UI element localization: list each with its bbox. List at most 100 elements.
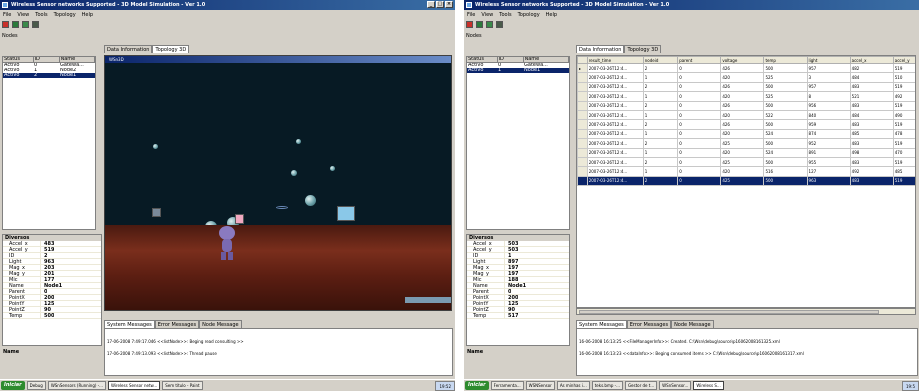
grid-cell[interactable]: 959 xyxy=(806,119,851,130)
taskbar-item[interactable]: teks.bmp -... xyxy=(591,381,623,390)
grid-col-header[interactable]: voltage xyxy=(720,56,765,64)
row-header[interactable] xyxy=(577,109,588,121)
grid-row[interactable]: 2007-03-26T12:4... 1 0 420 525 8 521 492 xyxy=(577,91,915,102)
grid-cell[interactable]: 420 xyxy=(720,166,765,177)
grid-cell[interactable]: 2 xyxy=(642,62,679,74)
tab-topology-3d[interactable]: Topology 3D xyxy=(624,45,662,53)
grid-cell[interactable]: 127 xyxy=(806,166,851,177)
grid-cell[interactable]: 1 xyxy=(642,72,679,83)
property-row[interactable]: Temp 517 xyxy=(467,313,569,319)
grid-cell[interactable]: 426 xyxy=(720,119,765,130)
system-messages-log[interactable]: 17-06-2008 7:49:17.046 <<listNode>>: Beg… xyxy=(104,328,453,376)
taskbar-item[interactable]: As minhas i... xyxy=(556,381,590,390)
sensor-node[interactable] xyxy=(296,139,301,144)
grid-cell[interactable]: 483 xyxy=(849,119,894,130)
gateway-cube[interactable] xyxy=(337,206,355,221)
grid-cell[interactable]: 2 xyxy=(642,81,679,93)
grid-cell[interactable]: 525 xyxy=(763,72,808,83)
taskbar-item[interactable]: Sem título - Paint xyxy=(162,381,203,390)
grid-cell[interactable]: 525 xyxy=(763,91,808,102)
grid-cell[interactable]: 2007-03-26T12:4... xyxy=(586,147,644,158)
grid-cell[interactable]: 8 xyxy=(806,91,851,102)
grid-cell[interactable]: 1 xyxy=(642,91,679,102)
tab-data-information[interactable]: Data Information xyxy=(104,45,153,53)
grid-row[interactable]: 2007-03-26T12:4... 2 0 425 500 963 483 519 xyxy=(577,175,915,187)
grid-cell[interactable]: 1 xyxy=(642,128,679,140)
grid-cell[interactable]: 0 xyxy=(677,166,722,177)
row-header[interactable] xyxy=(577,166,588,177)
grid-cell[interactable]: 0 xyxy=(677,138,722,149)
grid-cell[interactable]: 2007-03-26T12:4... xyxy=(586,138,644,149)
row-header[interactable] xyxy=(577,91,588,102)
grid-cell[interactable]: 0 xyxy=(677,81,722,93)
nodes-list[interactable]: Status ID Name Activo 0 Gatewa... Activo 1 Nod… xyxy=(466,56,570,230)
grid-cell[interactable]: 0 xyxy=(677,156,722,168)
grid-cell[interactable]: 2 xyxy=(642,175,679,187)
grid-cell[interactable]: 420 xyxy=(720,72,765,83)
grid-cell[interactable]: 524 xyxy=(763,147,808,158)
menu-tools[interactable]: Tools xyxy=(35,11,47,20)
grid-col-header[interactable]: accel_y xyxy=(892,56,915,64)
grid-cell[interactable]: 425 xyxy=(720,175,765,187)
grid-cell[interactable]: 957 xyxy=(806,62,851,74)
taskbar-item-active[interactable]: Wireless Sensor netw... xyxy=(107,381,161,390)
menu-topology[interactable]: Topology xyxy=(54,11,76,20)
grid-cell[interactable]: 0 xyxy=(677,119,722,130)
grid-cell[interactable]: 519 xyxy=(892,81,915,93)
grid-cell[interactable]: 2007-03-26T12:4... xyxy=(586,119,644,130)
menu-view[interactable]: View xyxy=(17,11,29,20)
grid-cell[interactable]: 425 xyxy=(720,138,765,149)
minimize-button[interactable]: _ xyxy=(427,1,435,8)
grid-cell[interactable]: 2 xyxy=(642,100,679,111)
grid-cell[interactable]: 524 xyxy=(763,128,808,140)
database-icon[interactable] xyxy=(32,21,39,28)
grid-cell[interactable]: 483 xyxy=(849,81,894,93)
grid-row[interactable]: 2007-03-26T12:4... 1 0 420 522 840 484 490 xyxy=(577,109,915,121)
grid-cell[interactable]: 500 xyxy=(763,62,808,74)
node-row-selected[interactable]: Activo 1 Node1 xyxy=(467,68,569,73)
grid-col-header[interactable]: temp xyxy=(763,56,808,64)
tab-error-messages[interactable]: Error Messages xyxy=(154,320,200,328)
network-icon[interactable] xyxy=(476,21,483,28)
grid-cell[interactable]: 2 xyxy=(642,138,679,149)
grid-cell[interactable]: 0 xyxy=(677,128,722,140)
tab-node-message[interactable]: Node Message xyxy=(199,320,242,328)
grid-cell[interactable]: 2007-03-26T12:4... xyxy=(586,72,644,83)
grid-row[interactable]: 2007-03-26T12:4... 2 0 426 500 959 483 519 xyxy=(577,119,915,130)
grid-cell[interactable]: 483 xyxy=(849,138,894,149)
database-icon[interactable] xyxy=(496,21,503,28)
grid-cell[interactable]: 2007-03-26T12:4... xyxy=(586,62,644,74)
node-row-selected[interactable]: Activo 2 Node1 xyxy=(3,73,95,78)
tab-node-message[interactable]: Node Message xyxy=(671,320,714,328)
menu-help[interactable]: Help xyxy=(82,11,93,20)
nodes-list[interactable]: Status ID Name Activo 0 Gatewa... Activo 1 Nod… xyxy=(2,56,96,230)
grid-cell[interactable]: 500 xyxy=(763,156,808,168)
grid-cell[interactable]: 0 xyxy=(677,100,722,111)
row-header[interactable] xyxy=(577,100,588,111)
grid-cell[interactable]: 519 xyxy=(892,156,915,168)
grid-cell[interactable]: 952 xyxy=(806,138,851,149)
maximize-button[interactable]: □ xyxy=(436,1,444,8)
grid-row[interactable]: 2007-03-26T12:4... 2 0 425 500 955 483 519 xyxy=(577,156,915,168)
grid-cell[interactable]: 1 xyxy=(642,166,679,177)
grid-cell[interactable]: 1 xyxy=(642,147,679,158)
row-header[interactable] xyxy=(577,72,588,83)
grid-cell[interactable]: 956 xyxy=(806,100,851,111)
tab-system-messages[interactable]: System Messages xyxy=(104,320,155,328)
grid-cell[interactable]: 521 xyxy=(849,91,894,102)
grid-col-header[interactable]: accel_x xyxy=(849,56,894,64)
grid-cell[interactable]: 519 xyxy=(892,175,915,187)
grid-col-header[interactable]: nodeid xyxy=(642,56,679,64)
grid-cell[interactable]: 420 xyxy=(720,147,765,158)
grid-row[interactable]: 2007-03-26T12:4... 1 0 420 516 127 492 485 xyxy=(577,166,915,177)
system-messages-log[interactable]: 16-06-2008 16:13:25 <<FileManagerInfo>>:… xyxy=(576,328,918,376)
tab-topology-3d[interactable]: Topology 3D xyxy=(152,45,190,53)
row-header[interactable] xyxy=(577,156,588,168)
grid-cell[interactable]: 498 xyxy=(849,147,894,158)
robot-avatar-icon[interactable] xyxy=(217,226,237,260)
row-header[interactable] xyxy=(577,138,588,149)
grid-cell[interactable]: 492 xyxy=(849,166,894,177)
grid-cell[interactable]: 500 xyxy=(763,138,808,149)
grid-cell[interactable]: 470 xyxy=(892,147,915,158)
grid-cell[interactable]: 2 xyxy=(642,119,679,130)
